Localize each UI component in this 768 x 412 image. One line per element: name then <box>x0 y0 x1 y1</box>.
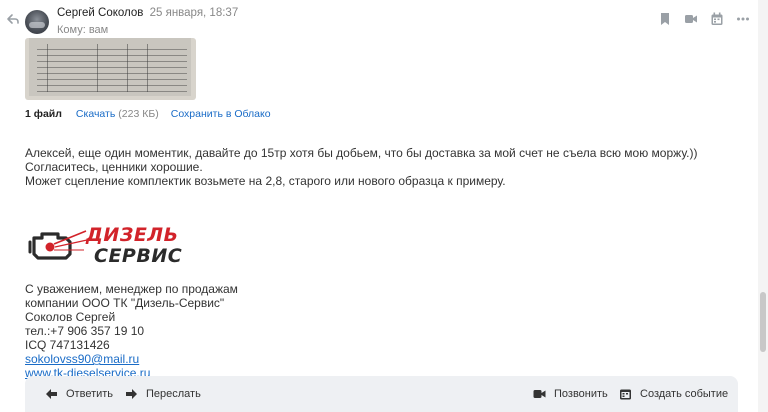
engine-logo-icon <box>28 230 88 260</box>
document-table-preview <box>37 44 187 92</box>
attachment-thumbnail[interactable] <box>25 38 196 100</box>
reply-button[interactable]: Ответить <box>45 388 113 400</box>
attachment-size: (223 КБ) <box>118 108 159 120</box>
logo-text: СЕРВИС <box>94 245 183 267</box>
avatar[interactable] <box>25 10 49 34</box>
forward-button[interactable]: Переслать <box>125 388 201 400</box>
message-body: Алексей, еще один моментик, давайте до 1… <box>25 146 725 188</box>
body-paragraph: Может сцепление комплектик возьмете на 2… <box>25 174 506 188</box>
save-to-cloud-link[interactable]: Сохранить в Облако <box>171 108 271 120</box>
bookmark-icon[interactable] <box>658 12 672 26</box>
more-icon[interactable] <box>736 12 750 26</box>
call-label: Позвонить <box>554 388 608 400</box>
signature-line: С уважением, менеджер по продажам <box>25 282 238 296</box>
email-signature: С уважением, менеджер по продажам компан… <box>25 282 238 380</box>
sender-line: Сергей Соколов 25 января, 18:37 <box>57 7 238 19</box>
scrollbar[interactable] <box>758 0 768 412</box>
sender-name[interactable]: Сергей Соколов <box>57 7 143 19</box>
scrollbar-thumb[interactable] <box>760 292 766 352</box>
create-event-label: Создать событие <box>640 388 729 400</box>
signature-line: Соколов Сергей <box>25 310 116 324</box>
call-button[interactable]: Позвонить <box>533 388 608 400</box>
reply-label: Ответить <box>66 388 114 400</box>
attachment-bar: 1 файл Скачать (223 КБ) Сохранить в Обла… <box>25 108 271 120</box>
company-logo: ДИЗЕЛЬ СЕРВИС <box>28 224 193 270</box>
logo-text: ДИЗЕЛЬ <box>86 224 179 246</box>
attachment-count: 1 файл <box>25 108 62 120</box>
forward-icon <box>126 389 137 399</box>
back-arrow-icon[interactable] <box>6 12 20 26</box>
header-actions <box>658 12 750 26</box>
recipient-line: Кому: вам <box>57 24 109 36</box>
signature-icq: ICQ 747131426 <box>25 338 110 352</box>
download-link[interactable]: Скачать <box>76 108 115 120</box>
calendar-icon[interactable] <box>710 12 724 26</box>
body-paragraph: Алексей, еще один моментик, давайте до 1… <box>25 146 698 174</box>
forward-label: Переслать <box>146 388 201 400</box>
message-date: 25 января, 18:37 <box>149 7 239 19</box>
video-call-icon <box>533 390 546 398</box>
signature-line: компании ООО ТК "Дизель-Сервис" <box>25 296 225 310</box>
video-icon[interactable] <box>684 12 698 26</box>
signature-email-link[interactable]: sokolovss90@mail.ru <box>25 352 139 366</box>
message-action-bar: Ответить Переслать Позвонить Создать соб… <box>25 376 738 412</box>
reply-icon <box>46 389 57 399</box>
signature-phone: тел.:+7 906 357 19 10 <box>25 324 145 338</box>
calendar-icon <box>620 389 631 400</box>
create-event-button[interactable]: Создать событие <box>619 388 728 400</box>
